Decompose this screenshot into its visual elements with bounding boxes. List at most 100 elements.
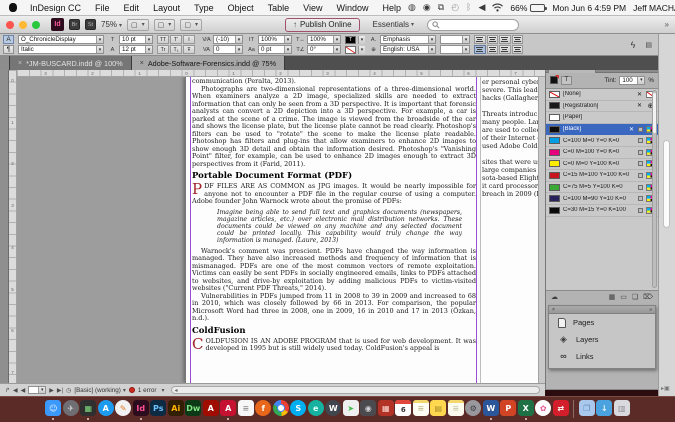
justify-last-right-button[interactable] xyxy=(499,45,511,54)
dock-icon[interactable]: A xyxy=(220,400,236,416)
page-number-select[interactable] xyxy=(28,386,46,394)
dock-icon[interactable]: ▥ xyxy=(614,400,630,416)
panel-button[interactable]: Layers xyxy=(549,331,655,348)
volume-icon[interactable]: ◀ xyxy=(478,3,485,12)
close-tab-icon[interactable]: × xyxy=(140,60,144,67)
color-theme-icon[interactable]: ☁ xyxy=(551,293,558,301)
fill-color-arrow-icon[interactable] xyxy=(358,36,365,44)
dock-icon[interactable]: 6 xyxy=(395,400,411,416)
close-tab-icon[interactable]: × xyxy=(18,60,22,67)
swatch-row[interactable]: [Black] ✕ xyxy=(546,124,658,136)
dock-icon[interactable] xyxy=(573,400,574,418)
next-page-button[interactable]: ▶ xyxy=(49,387,54,394)
font-family-select[interactable]: O_ChronicleDisplay xyxy=(18,35,104,44)
page1-text-frame[interactable]: communication (Peralta, 2013). Photograp… xyxy=(192,78,476,353)
new-group-icon[interactable]: ▭ xyxy=(620,293,627,301)
screen-mode-button[interactable] xyxy=(154,19,176,31)
search-input[interactable] xyxy=(443,21,511,28)
last-page-button[interactable]: ▶| xyxy=(57,387,63,394)
character-style-select[interactable]: Emphasis xyxy=(380,35,436,44)
type-case-button[interactable]: TT xyxy=(157,35,169,44)
wifi-icon[interactable] xyxy=(492,3,503,12)
dock-icon[interactable]: ☺ xyxy=(45,400,61,416)
preflight-error-count[interactable]: 1 error xyxy=(138,387,157,394)
dock-icon[interactable]: W xyxy=(483,400,499,416)
dock-icon[interactable]: ↓ xyxy=(596,400,612,416)
dock-icon[interactable]: ◉ xyxy=(360,400,376,416)
dock-icon[interactable]: ➤ xyxy=(343,400,359,416)
dock-icon[interactable]: Id xyxy=(133,400,149,416)
font-size-select[interactable]: 10 pt xyxy=(119,35,153,44)
dock-icon[interactable]: ⇄ xyxy=(553,400,569,416)
page-jump-icon[interactable]: ↱ xyxy=(5,387,10,394)
type-case-button[interactable]: Tr xyxy=(157,45,169,54)
leading-select[interactable]: 12 pt xyxy=(119,45,153,54)
preflight-menu-arrow[interactable] xyxy=(159,387,164,394)
align-left-button[interactable] xyxy=(474,35,486,44)
justify-last-left-button[interactable] xyxy=(512,35,524,44)
clock-icon[interactable]: ◴ xyxy=(451,3,459,12)
dock-icon[interactable]: e xyxy=(308,400,324,416)
dock-icon[interactable]: ✈ xyxy=(63,400,79,416)
dock-icon[interactable]: Dw xyxy=(185,400,201,416)
close-window-button[interactable] xyxy=(6,21,14,29)
display-icon[interactable]: ◉ xyxy=(423,3,431,12)
dock-icon[interactable]: Ps xyxy=(150,400,166,416)
arrange-documents-button[interactable] xyxy=(180,19,202,31)
vertical-scale-select[interactable]: 100% xyxy=(258,35,292,44)
dock-icon[interactable]: P xyxy=(500,400,516,416)
publish-online-button[interactable]: Publish Online xyxy=(285,18,360,32)
type-case-button[interactable]: T’ xyxy=(170,35,182,44)
pasteboard[interactable]: communication (Peralta, 2013). Photograp… xyxy=(17,77,545,383)
zoom-level-select[interactable]: 75% xyxy=(101,20,122,29)
menu-item[interactable]: Window xyxy=(330,3,376,13)
menu-item[interactable]: View xyxy=(296,3,329,13)
menu-item[interactable]: Layout xyxy=(146,3,187,13)
menu-item[interactable]: Edit xyxy=(117,3,147,13)
menu-item[interactable]: File xyxy=(88,3,117,13)
menu-bar-clock[interactable]: Mon Jun 6 4:59 PM xyxy=(552,3,626,13)
language-select[interactable]: English: USA xyxy=(380,45,436,54)
dock-icon[interactable]: ✿ xyxy=(535,400,551,416)
document-vertical-scrollbar[interactable] xyxy=(538,77,545,383)
battery-indicator[interactable]: 66% xyxy=(510,3,545,13)
swatch-row[interactable]: C=0 M=0 Y=100 K=0 ✕ xyxy=(546,159,658,171)
swatches-scrollbar[interactable] xyxy=(652,90,657,288)
previous-page-button[interactable]: ◀ xyxy=(21,387,26,394)
dock-icon[interactable]: A xyxy=(98,400,114,416)
dock-icon[interactable]: X xyxy=(518,400,534,416)
control-panel-menu-icon[interactable]: ▤ xyxy=(645,41,652,49)
menu-item[interactable]: InDesign CC xyxy=(23,3,88,13)
document-tab[interactable]: × *JM-BUSCARD.indd @ 100% xyxy=(10,56,132,70)
swatch-row[interactable]: [None] ✕ xyxy=(546,89,658,101)
time-machine-icon[interactable]: ◍ xyxy=(408,3,416,12)
preflight-profile-menu[interactable]: [Basic] (working) xyxy=(74,387,126,394)
menu-item[interactable]: Type xyxy=(187,3,221,13)
character-formatting-button[interactable]: A xyxy=(3,35,14,44)
dock-icon[interactable]: Ai xyxy=(168,400,184,416)
dock-icon[interactable]: ≡ xyxy=(413,400,429,416)
tracking-select[interactable]: 0 xyxy=(213,45,243,54)
dock-icon[interactable]: ▤ xyxy=(430,400,446,416)
swatch-row[interactable]: C=15 M=100 Y=100 K=0 ✕ xyxy=(546,170,658,182)
background-scrollbar-thumb[interactable] xyxy=(663,140,670,228)
page2-text-frame[interactable]: er personal cybersevere. This leads toha… xyxy=(482,78,545,198)
swatch-row[interactable]: C=100 M=0 Y=0 K=0 ✕ xyxy=(546,135,658,147)
workspace-switcher[interactable]: Essentials xyxy=(373,20,414,29)
dock-icon[interactable] xyxy=(273,400,289,416)
swatch-row[interactable]: C=75 M=5 Y=100 K=0 ✕ xyxy=(546,182,658,194)
dock-icon[interactable]: ⚙ xyxy=(465,400,481,416)
document-horizontal-scrollbar[interactable] xyxy=(171,386,540,394)
bridge-icon[interactable]: Br xyxy=(69,19,80,30)
menu-item[interactable]: Help xyxy=(376,3,409,13)
swatch-row[interactable]: C=100 M=90 Y=10 K=0 ✕ xyxy=(546,193,658,205)
extra-select-2[interactable] xyxy=(440,45,470,54)
align-right-button[interactable] xyxy=(499,35,511,44)
justify-all-button[interactable] xyxy=(474,45,486,54)
text-fill-button[interactable]: T xyxy=(561,76,572,85)
swatch-views-icon[interactable]: ▦ xyxy=(609,293,616,301)
type-case-button[interactable]: T₁ xyxy=(170,45,182,54)
paragraph-formatting-button[interactable]: ¶ xyxy=(3,45,14,54)
tint-select[interactable]: 100 xyxy=(619,76,645,85)
dock-icon[interactable]: ≡ xyxy=(448,400,464,416)
